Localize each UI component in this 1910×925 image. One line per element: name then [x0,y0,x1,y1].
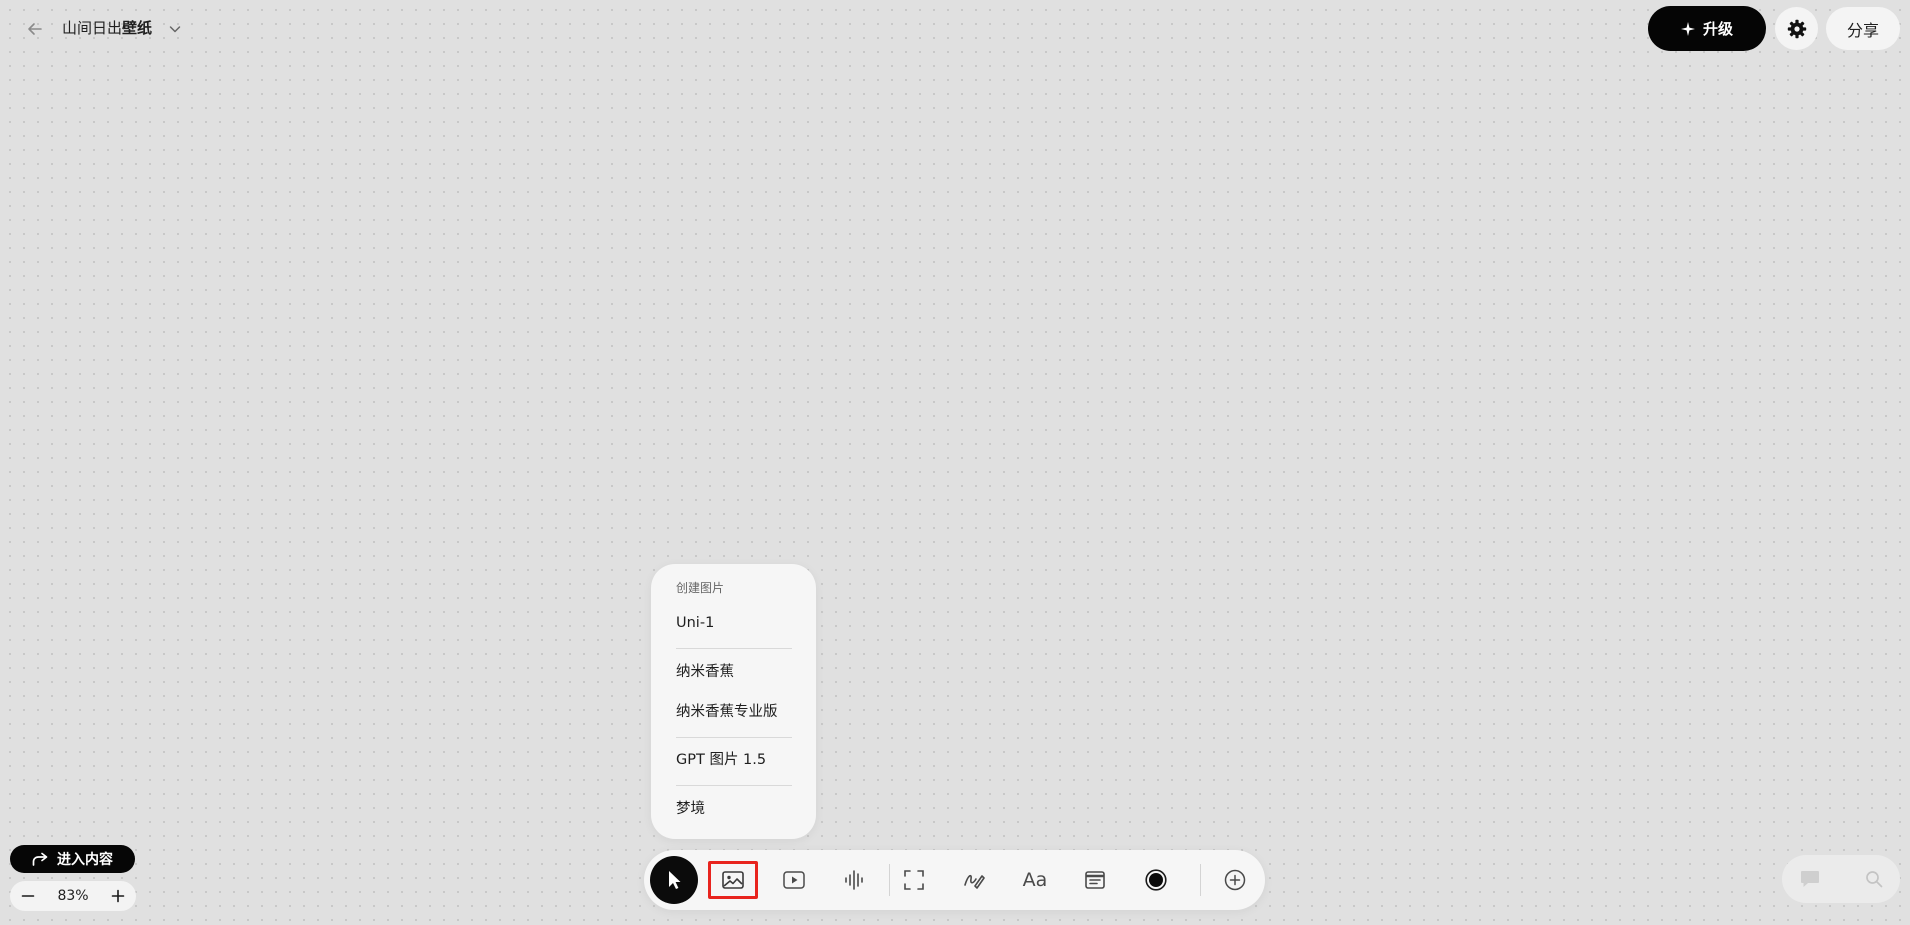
draw-tool-button[interactable] [950,856,998,904]
menu-item-nano-banana[interactable]: 纳米香蕉 [676,661,734,683]
audio-tool-button[interactable] [830,856,878,904]
add-tool-button[interactable] [1211,856,1259,904]
video-icon [783,871,805,889]
bottom-toolbar: Aa [644,850,1265,910]
redirect-arrow-icon [32,852,48,866]
search-icon [1866,871,1883,888]
settings-button[interactable] [1775,7,1818,50]
title-prefix: 山间日出 [62,19,123,37]
upgrade-label: 升级 [1702,20,1733,38]
sparkle-icon [1680,21,1695,36]
audio-waveform-icon [845,870,863,890]
note-tool-button[interactable] [1071,856,1119,904]
toolbar-divider [1200,864,1201,896]
enter-content-button[interactable]: 进入内容 [10,845,135,873]
zoom-level: 83% [57,888,89,904]
title-bold: 壁纸 [122,19,153,37]
chevron-down-icon [169,26,181,33]
menu-item-nano-banana-pro[interactable]: 纳米香蕉专业版 [676,701,778,723]
search-button[interactable] [1862,867,1886,891]
menu-item-uni-1[interactable]: Uni-1 [676,612,714,634]
chat-bubble-icon [1801,871,1819,887]
zoom-out-button[interactable] [18,886,38,906]
back-button[interactable] [22,16,48,42]
bottom-right-controls [1782,855,1900,903]
draw-icon [964,874,985,889]
color-dot-icon [1145,869,1167,891]
frame-icon [904,870,924,890]
add-circle-icon [1224,869,1246,891]
image-icon [722,871,744,889]
video-tool-button[interactable] [770,856,818,904]
plus-icon [111,889,125,903]
comments-button[interactable] [1798,867,1822,891]
share-button[interactable]: 分享 [1826,7,1900,50]
select-tool-button[interactable] [650,856,698,904]
gear-icon [1787,19,1806,38]
zoom-in-button[interactable] [108,886,128,906]
title-dropdown[interactable] [164,18,186,40]
menu-item-dream[interactable]: 梦境 [676,798,705,820]
menu-divider [676,648,792,649]
text-tool-button[interactable]: Aa [1011,856,1059,904]
color-tool-button[interactable] [1132,856,1180,904]
menu-item-gpt-image[interactable]: GPT 图片 1.5 [676,749,766,771]
menu-divider [676,785,792,786]
text-icon: Aa [1022,869,1048,891]
frame-tool-button[interactable] [890,856,938,904]
arrow-left-icon [28,23,42,35]
menu-divider [676,737,792,738]
enter-content-label: 进入内容 [57,852,113,868]
minus-icon [21,895,35,897]
menu-header: 创建图片 [676,581,725,595]
cursor-icon [669,871,681,889]
upgrade-button[interactable]: 升级 [1648,6,1766,51]
document-title[interactable]: 山间日出壁纸 [62,17,152,39]
note-icon [1085,871,1105,889]
image-tool-button[interactable] [708,861,758,899]
create-image-menu: 创建图片 Uni-1 纳米香蕉 纳米香蕉专业版 GPT 图片 1.5 梦境 [651,564,816,839]
zoom-control: 83% [10,881,136,911]
